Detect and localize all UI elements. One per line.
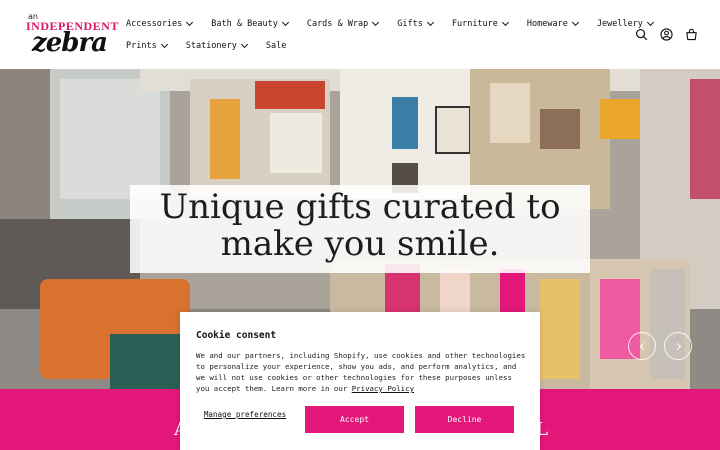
nav-item-furniture[interactable]: Furniture [451, 18, 509, 29]
nav-label: Accessories [126, 19, 183, 29]
nav-item-cards-wrap[interactable]: Cards & Wrap [306, 18, 380, 29]
hero-headline: Unique gifts curated to make you smile. [130, 189, 590, 263]
carousel-prev-button[interactable] [628, 332, 656, 360]
nav-label: Homeware [526, 19, 568, 29]
header-icons [635, 28, 698, 41]
chevron-down-icon [501, 18, 509, 27]
chevron-right-icon [673, 342, 681, 350]
nav-item-homeware[interactable]: Homeware [526, 18, 579, 29]
hero-headline-box: Unique gifts curated to make you smile. [130, 185, 590, 273]
main-navigation: Accessories Bath & Beauty Cards & Wrap G… [126, 14, 654, 58]
cookie-title: Cookie consent [196, 330, 277, 341]
nav-row-1: Accessories Bath & Beauty Cards & Wrap G… [126, 14, 654, 34]
chevron-down-icon [426, 18, 434, 27]
cart-icon[interactable] [685, 28, 698, 41]
site-header: an INDEPENDENT zebra Accessories Bath & … [0, 0, 720, 69]
carousel-next-button[interactable] [664, 332, 692, 360]
nav-item-stationery[interactable]: Stationery [185, 40, 248, 51]
nav-item-prints[interactable]: Prints [126, 40, 168, 51]
nav-label: Sale [265, 41, 287, 51]
decline-button[interactable]: Decline [415, 406, 514, 433]
nav-label: Stationery [185, 41, 237, 51]
nav-row-2: Prints Stationery Sale [126, 36, 626, 56]
nav-item-bath-beauty[interactable]: Bath & Beauty [211, 18, 289, 29]
cookie-consent-dialog: Cookie consent We and our partners, incl… [180, 312, 540, 450]
nav-label: Prints [126, 41, 157, 51]
chevron-down-icon [372, 18, 380, 27]
chevron-down-icon [646, 18, 654, 27]
nav-item-sale[interactable]: Sale [266, 41, 286, 51]
chevron-down-icon [240, 40, 248, 49]
chevron-down-icon [281, 18, 289, 27]
chevron-down-icon [186, 18, 194, 27]
account-icon[interactable] [660, 28, 673, 41]
nav-label: Bath & Beauty [211, 19, 278, 29]
chevron-down-icon [160, 40, 168, 49]
accept-button[interactable]: Accept [305, 406, 404, 433]
nav-item-accessories[interactable]: Accessories [126, 18, 194, 29]
site-logo[interactable]: an INDEPENDENT zebra [26, 12, 118, 58]
nav-label: Furniture [451, 19, 498, 29]
manage-preferences-link[interactable]: Manage preferences [202, 410, 288, 420]
chevron-down-icon [571, 18, 579, 27]
nav-label: Gifts [397, 19, 423, 29]
cookie-body: We and our partners, including Shopify, … [196, 350, 528, 394]
nav-label: Cards & Wrap [306, 19, 369, 29]
search-icon[interactable] [635, 28, 648, 41]
headline-line-1: Unique gifts curated to [159, 187, 561, 227]
privacy-policy-link[interactable]: Privacy Policy [352, 384, 414, 393]
logo-zebra: zebra [32, 28, 108, 58]
nav-item-gifts[interactable]: Gifts [397, 18, 434, 29]
chevron-left-icon [639, 342, 647, 350]
headline-line-2: make you smile. [220, 224, 500, 264]
